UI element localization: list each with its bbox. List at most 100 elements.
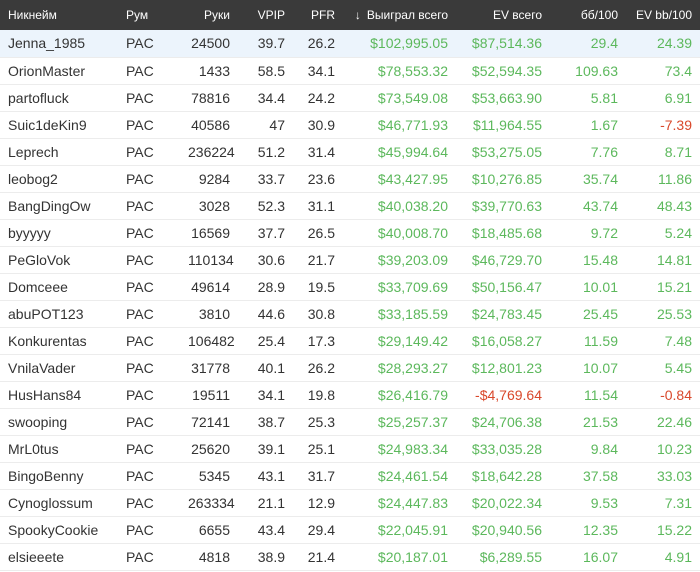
cell-nickname: HusHans84 (8, 386, 82, 403)
cell-ev-bb100: 73.4 (664, 62, 692, 79)
cell-ev-bb100: 4.91 (664, 548, 692, 565)
cell-winnings: $24,447.83 (377, 494, 448, 511)
cell-winnings: $40,038.20 (377, 197, 448, 214)
cell-bb100: 37.58 (582, 467, 618, 484)
table-row[interactable]: VnilaVader PAC 31778 40.1 26.2 $28,293.27 $12,… (0, 354, 700, 381)
cell-ev-total: $20,022.34 (471, 494, 542, 511)
cell-pfr: 19.5 (307, 278, 335, 295)
cell-bb100: 12.35 (582, 521, 618, 538)
table-row[interactable]: Cynoglossum PAC 263334 21.1 12.9 $24,447.83 $2… (0, 489, 700, 516)
cell-pfr: 31.7 (307, 467, 335, 484)
table-row[interactable]: Domceee PAC 49614 28.9 19.5 $33,709.69 $50,156… (0, 273, 700, 300)
table-row[interactable]: SpookyCookie PAC 6655 43.4 29.4 $22,045.91 $20… (0, 516, 700, 543)
cell-pfr: 25.1 (307, 440, 335, 457)
cell-pfr: 21.4 (307, 548, 335, 565)
table-row[interactable]: MrL0tus PAC 25620 39.1 25.1 $24,983.34 $33,035… (0, 435, 700, 462)
cell-winnings: $73,549.08 (377, 89, 448, 106)
cell-bb100: 11.54 (584, 386, 618, 403)
cell-room: PAC (126, 251, 154, 268)
cell-ev-bb100: -0.84 (660, 386, 692, 403)
table-row[interactable]: byyyyy PAC 16569 37.7 26.5 $40,008.70 $18,485.… (0, 219, 700, 246)
cell-bb100: 9.84 (590, 440, 618, 457)
table-row[interactable]: Leprech PAC 236224 51.2 31.4 $45,994.64 $53,27… (0, 138, 700, 165)
table-row[interactable]: OrionMaster PAC 1433 58.5 34.1 $78,553.32 $52,… (0, 57, 700, 84)
cell-winnings: $46,771.93 (377, 116, 448, 133)
cell-hands: 78816 (191, 89, 230, 106)
header-ev-bb100[interactable]: EV bb/100 (626, 0, 700, 30)
cell-winnings: $39,203.09 (377, 251, 448, 268)
cell-nickname: byyyyy (8, 224, 51, 241)
cell-room: PAC (126, 62, 154, 79)
cell-nickname: MrL0tus (8, 440, 59, 457)
table-row[interactable]: partofluck PAC 78816 34.4 24.2 $73,549.08 $53,… (0, 84, 700, 111)
cell-hands: 5345 (198, 467, 230, 484)
cell-ev-bb100: 7.48 (664, 332, 692, 349)
header-room[interactable]: Рум (118, 0, 180, 30)
cell-bb100: 9.72 (590, 224, 618, 241)
cell-hands: 19511 (192, 386, 230, 403)
table-row[interactable]: swooping PAC 72141 38.7 25.3 $25,257.37 $24,70… (0, 408, 700, 435)
cell-vpip: 37.7 (257, 224, 285, 241)
header-bb100[interactable]: бб/100 (550, 0, 626, 30)
cell-hands: 3028 (198, 197, 230, 214)
cell-vpip: 47 (269, 116, 285, 133)
header-hands[interactable]: Руки (180, 0, 238, 30)
header-vpip[interactable]: VPIP (238, 0, 293, 30)
cell-vpip: 52.3 (257, 197, 285, 214)
table-row[interactable]: elsieeete PAC 4818 38.9 21.4 $20,187.01 $6,289… (0, 543, 700, 570)
table-row[interactable]: Konkurentas PAC 106482 25.4 17.3 $29,149.42 $1… (0, 327, 700, 354)
cell-ev-total: $39,770.63 (471, 197, 542, 214)
table-row[interactable]: abuPOT123 PAC 3810 44.6 30.8 $33,185.59 $24,78… (0, 300, 700, 327)
cell-ev-total: $53,275.05 (471, 143, 542, 160)
cell-pfr: 26.5 (307, 224, 335, 241)
cell-nickname: Jenna_1985 (8, 35, 86, 52)
cell-winnings: $25,257.37 (377, 413, 448, 430)
cell-room: PAC (126, 413, 154, 430)
header-ev-total[interactable]: EV всего (456, 0, 550, 30)
cell-vpip: 43.4 (257, 521, 285, 538)
cell-ev-bb100: 6.91 (664, 89, 692, 106)
table-row[interactable]: BingoBenny PAC 5345 43.1 31.7 $24,461.54 $18,6… (0, 462, 700, 489)
table-row[interactable]: BangDingOw PAC 3028 52.3 31.1 $40,038.20 $39,7… (0, 192, 700, 219)
cell-bb100: 43.74 (582, 197, 618, 214)
header-winnings-label: Выиграл всего (366, 8, 448, 22)
header-winnings[interactable]: ↓ Выиграл всего (343, 0, 456, 30)
cell-ev-bb100: 8.71 (664, 143, 692, 160)
cell-hands: 4818 (198, 548, 230, 565)
table-row[interactable]: leobog2 PAC 9284 33.7 23.6 $43,427.95 $10,276.… (0, 165, 700, 192)
cell-ev-total: $52,594.35 (471, 62, 542, 79)
cell-nickname: Leprech (8, 143, 59, 160)
cell-hands: 9284 (198, 170, 230, 187)
header-nickname[interactable]: Никнейм (0, 0, 118, 30)
cell-vpip: 51.2 (257, 143, 285, 160)
table-row[interactable]: HusHans84 PAC 19511 34.1 19.8 $26,416.79 -$4,7… (0, 381, 700, 408)
cell-ev-total: $11,964.55 (472, 116, 542, 133)
cell-vpip: 34.1 (257, 386, 285, 403)
table-row[interactable]: Jenna_1985 PAC 24500 39.7 26.2 $102,995.05 $87… (0, 30, 700, 57)
table-row[interactable]: PeGloVok PAC 110134 30.6 21.7 $39,203.09 $46,7… (0, 246, 700, 273)
table-header: Никнейм Рум Руки VPIP PFR ↓ Выиграл всего… (0, 0, 700, 30)
cell-nickname: abuPOT123 (8, 305, 84, 322)
cell-pfr: 30.9 (307, 116, 335, 133)
cell-bb100: 29.4 (590, 35, 618, 52)
cell-pfr: 21.7 (307, 251, 335, 268)
cell-ev-total: $6,289.55 (479, 548, 542, 565)
cell-nickname: Cynoglossum (8, 494, 93, 511)
cell-winnings: $45,994.64 (377, 143, 448, 160)
cell-vpip: 30.6 (257, 251, 285, 268)
cell-room: PAC (126, 386, 154, 403)
cell-vpip: 33.7 (257, 170, 285, 187)
cell-ev-bb100: 48.43 (656, 197, 692, 214)
cell-hands: 49614 (191, 278, 230, 295)
cell-hands: 25620 (191, 440, 230, 457)
header-pfr[interactable]: PFR (293, 0, 343, 30)
cell-room: PAC (126, 548, 154, 565)
cell-bb100: 16.07 (582, 548, 618, 565)
cell-ev-bb100: 5.45 (664, 359, 692, 376)
table-row[interactable]: Suic1deKin9 PAC 40586 47 30.9 $46,771.93 $11,9… (0, 111, 700, 138)
cell-winnings: $33,185.59 (377, 305, 448, 322)
cell-nickname: Domceee (8, 278, 68, 295)
cell-winnings: $78,553.32 (377, 62, 448, 79)
cell-ev-bb100: 33.03 (656, 467, 692, 484)
cell-winnings: $33,709.69 (377, 278, 448, 295)
